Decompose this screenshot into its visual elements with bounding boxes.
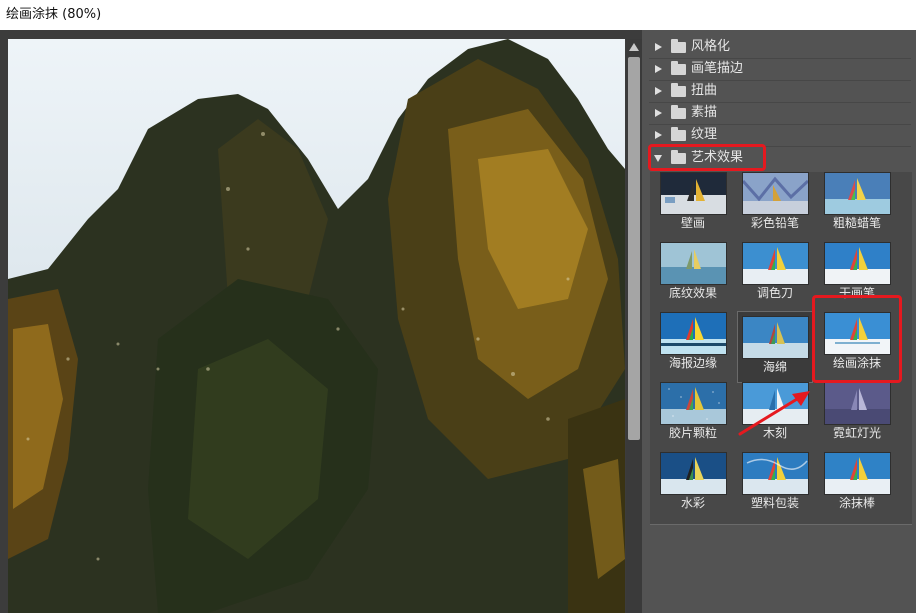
filter-label: 海报边缘	[668, 356, 717, 370]
divider	[650, 524, 912, 525]
folder-icon	[671, 39, 686, 53]
category-label: 风格化	[691, 39, 731, 54]
highlight-paint-daubs	[812, 295, 902, 383]
filter-thumbnail	[660, 452, 727, 495]
arrow-annotation-icon	[738, 391, 810, 436]
filter-fresco[interactable]: 壁画	[656, 172, 730, 234]
filter-poster-edges[interactable]: 海报边缘	[656, 312, 730, 374]
filter-label: 彩色铅笔	[750, 216, 799, 230]
filter-thumbnail	[660, 312, 727, 355]
filter-thumbnail	[742, 172, 809, 215]
filter-label: 涂抹棒	[838, 496, 875, 510]
folder-icon	[671, 127, 686, 141]
scroll-up-icon[interactable]	[629, 43, 639, 51]
highlight-artistic-category	[648, 144, 766, 171]
filter-thumbnail	[824, 172, 891, 215]
category-stylize[interactable]: 风格化	[649, 37, 911, 57]
category-brush-strokes[interactable]: 画笔描边	[649, 59, 911, 79]
filter-label: 壁画	[680, 216, 705, 230]
filter-colored-pencil[interactable]: 彩色铅笔	[738, 172, 812, 234]
preview-scrollbar[interactable]	[626, 39, 642, 613]
category-texture[interactable]: 纹理	[649, 125, 911, 145]
scrollbar-thumb[interactable]	[628, 57, 640, 440]
filter-label: 海绵	[762, 360, 787, 374]
folder-icon	[671, 61, 686, 75]
filter-sponge[interactable]: 海绵	[737, 311, 813, 383]
filter-neon-glow[interactable]: 霓虹灯光	[820, 382, 894, 444]
filter-label: 调色刀	[756, 286, 793, 300]
filter-rough-pastels[interactable]: 粗糙蜡笔	[820, 172, 894, 234]
expand-arrow-icon	[655, 87, 662, 95]
category-sketch[interactable]: 素描	[649, 103, 911, 123]
expand-arrow-icon	[655, 131, 662, 139]
category-label: 素描	[691, 105, 718, 120]
filter-thumbnail	[742, 316, 809, 359]
category-label: 扭曲	[691, 83, 718, 98]
folder-icon	[671, 83, 686, 97]
filter-watercolor[interactable]: 水彩	[656, 452, 730, 514]
filter-label: 粗糙蜡笔	[832, 216, 881, 230]
filter-label: 霓虹灯光	[832, 426, 881, 440]
category-distort[interactable]: 扭曲	[649, 81, 911, 101]
category-label: 纹理	[691, 127, 718, 142]
expand-arrow-icon	[655, 109, 662, 117]
window-title: 绘画涂抹 (80%)	[0, 0, 916, 30]
filter-thumbnail	[824, 382, 891, 425]
filter-label: 塑料包装	[750, 496, 799, 510]
expand-arrow-icon	[655, 65, 662, 73]
filter-underpainting[interactable]: 底纹效果	[656, 242, 730, 304]
filter-label: 胶片颗粒	[668, 426, 717, 440]
filter-thumbnail	[660, 382, 727, 425]
filter-smudge-stick[interactable]: 涂抹棒	[820, 452, 894, 514]
filter-thumbnail	[660, 242, 727, 285]
filter-thumbnail	[742, 452, 809, 495]
preview-area	[0, 30, 642, 613]
filter-thumbnail	[742, 242, 809, 285]
filter-film-grain[interactable]: 胶片颗粒	[656, 382, 730, 444]
filter-thumbnail	[824, 242, 891, 285]
expand-arrow-icon	[655, 43, 662, 51]
preview-image[interactable]	[8, 39, 625, 613]
category-label: 画笔描边	[691, 61, 744, 76]
filter-label: 水彩	[680, 496, 705, 510]
filter-plastic-wrap[interactable]: 塑料包装	[738, 452, 812, 514]
filter-thumbnail	[660, 172, 727, 215]
filter-label: 底纹效果	[668, 286, 717, 300]
filter-thumbnail	[824, 452, 891, 495]
filter-palette-knife[interactable]: 调色刀	[738, 242, 812, 304]
folder-icon	[671, 105, 686, 119]
